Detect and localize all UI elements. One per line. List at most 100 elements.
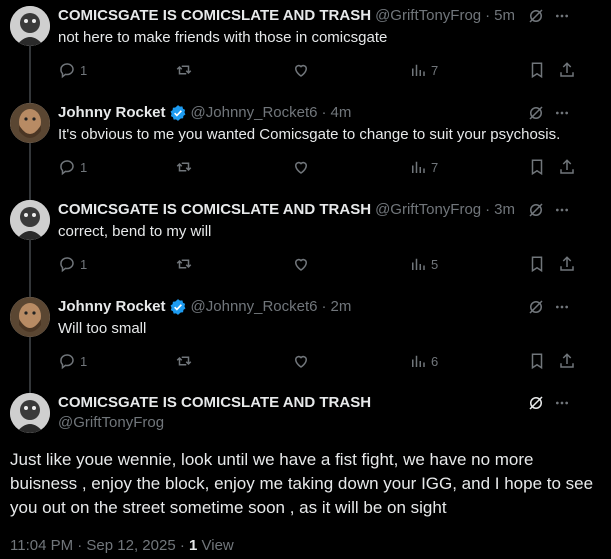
- tweet-text: Will too small: [58, 320, 147, 337]
- frog-avatar[interactable]: [10, 200, 50, 240]
- views-chart-icon: [412, 355, 425, 367]
- repost-icon: [176, 65, 192, 75]
- heart-icon: [294, 161, 308, 174]
- share-icon: [560, 256, 574, 271]
- reply-icon: [60, 160, 74, 176]
- share-icon: [560, 62, 574, 77]
- tweet-text: not here to make friends with those in c…: [58, 29, 388, 46]
- like-button[interactable]: [292, 351, 310, 371]
- bookmark-button[interactable]: [528, 60, 546, 80]
- author-handle[interactable]: @GriftTonyFrog: [58, 413, 164, 433]
- separator-dot: ·: [321, 298, 327, 315]
- author-name[interactable]: COMICSGATE IS COMICSLATE AND TRASH: [58, 200, 371, 220]
- author-handle[interactable]: @Johnny_Rocket6: [191, 297, 318, 317]
- repost-button[interactable]: [175, 254, 193, 274]
- views-count: 7: [431, 159, 439, 175]
- bookmark-icon: [531, 353, 543, 370]
- frog-avatar[interactable]: [10, 393, 50, 433]
- reply-icon: [60, 63, 74, 79]
- author-name[interactable]: Johnny Rocket: [58, 103, 166, 123]
- share-button[interactable]: [558, 351, 576, 371]
- separator-dot: ·: [485, 7, 491, 24]
- grok-icon[interactable]: [527, 394, 545, 412]
- more-options-icon[interactable]: [554, 105, 570, 121]
- grok-icon[interactable]: [527, 104, 545, 122]
- verified-badge-icon[interactable]: [169, 298, 187, 316]
- repost-button[interactable]: [175, 351, 193, 371]
- views-button[interactable]: 6: [409, 351, 438, 371]
- bookmark-button[interactable]: [528, 157, 546, 177]
- reply-icon: [60, 257, 74, 273]
- reply-button[interactable]: 1: [58, 157, 87, 177]
- author-handle[interactable]: @Johnny_Rocket6: [191, 103, 318, 123]
- views-button[interactable]: 7: [409, 60, 438, 80]
- timestamp[interactable]: 3m: [494, 200, 515, 220]
- reply-tweet[interactable]: Johnny Rocket @Johnny_Rocket6 · 4m It's …: [0, 103, 611, 183]
- author-name[interactable]: COMICSGATE IS COMICSLATE AND TRASH: [58, 393, 371, 413]
- views-chart-icon: [412, 258, 425, 270]
- more-options-icon[interactable]: [554, 395, 570, 411]
- grok-icon[interactable]: [527, 7, 545, 25]
- reply-tweet[interactable]: Johnny Rocket @Johnny_Rocket6 · 2m Will …: [0, 297, 611, 377]
- views-chart-icon: [412, 161, 425, 173]
- frog-avatar[interactable]: [10, 6, 50, 46]
- author-handle[interactable]: @GriftTonyFrog: [375, 200, 481, 220]
- share-button[interactable]: [558, 254, 576, 274]
- grok-icon[interactable]: [527, 201, 545, 219]
- action-bar: 1 6: [58, 351, 575, 371]
- views-button[interactable]: 7: [409, 157, 438, 177]
- bearded-man-avatar[interactable]: [10, 297, 50, 337]
- heart-icon: [294, 64, 308, 77]
- bookmark-icon: [531, 256, 543, 273]
- views-button[interactable]: 5: [409, 254, 438, 274]
- like-button[interactable]: [292, 60, 310, 80]
- share-button[interactable]: [558, 60, 576, 80]
- action-bar: 1 7: [58, 157, 575, 177]
- author-handle[interactable]: @GriftTonyFrog: [375, 6, 481, 26]
- post-text: Just like youe wennie, look until we hav…: [10, 450, 594, 517]
- share-button[interactable]: [558, 157, 576, 177]
- repost-button[interactable]: [175, 60, 193, 80]
- views-count: 6: [431, 353, 439, 369]
- bookmark-button[interactable]: [528, 351, 546, 371]
- share-icon: [560, 353, 574, 368]
- post-timestamp[interactable]: 11:04 PM · Sep 12, 2025 ·: [10, 537, 189, 554]
- author-name[interactable]: COMICSGATE IS COMICSLATE AND TRASH: [58, 6, 371, 26]
- reply-count: 1: [80, 62, 88, 78]
- views-count: 5: [431, 256, 439, 272]
- action-bar: 1 7: [58, 60, 575, 80]
- views-count: 7: [431, 62, 439, 78]
- tweet-text: correct, bend to my will: [58, 223, 212, 240]
- separator-dot: ·: [321, 104, 327, 121]
- bearded-man-avatar[interactable]: [10, 103, 50, 143]
- reply-count: 1: [80, 353, 88, 369]
- timestamp[interactable]: 4m: [331, 103, 352, 123]
- post-metadata: 11:04 PM · Sep 12, 2025 · 1 View: [10, 536, 234, 556]
- reply-icon: [60, 354, 74, 370]
- reply-count: 1: [80, 159, 88, 175]
- timestamp[interactable]: 2m: [331, 297, 352, 317]
- share-icon: [560, 159, 574, 174]
- reply-button[interactable]: 1: [58, 351, 87, 371]
- action-bar: 1 5: [58, 254, 575, 274]
- grok-icon[interactable]: [527, 298, 545, 316]
- verified-badge-icon[interactable]: [169, 104, 187, 122]
- reply-tweet[interactable]: COMICSGATE IS COMICSLATE AND TRASH @Grif…: [0, 6, 611, 86]
- reply-tweet[interactable]: COMICSGATE IS COMICSLATE AND TRASH @Grif…: [0, 200, 611, 280]
- heart-icon: [294, 355, 308, 368]
- bookmark-button[interactable]: [528, 254, 546, 274]
- like-button[interactable]: [292, 157, 310, 177]
- repost-button[interactable]: [175, 157, 193, 177]
- repost-icon: [176, 356, 192, 366]
- reply-count: 1: [80, 256, 88, 272]
- author-name[interactable]: Johnny Rocket: [58, 297, 166, 317]
- like-button[interactable]: [292, 254, 310, 274]
- more-options-icon[interactable]: [554, 299, 570, 315]
- timestamp[interactable]: 5m: [494, 6, 515, 26]
- more-options-icon[interactable]: [554, 202, 570, 218]
- reply-button[interactable]: 1: [58, 254, 87, 274]
- reply-button[interactable]: 1: [58, 60, 87, 80]
- bookmark-icon: [531, 159, 543, 176]
- tweet-text: It's obvious to me you wanted Comicsgate…: [58, 126, 561, 143]
- more-options-icon[interactable]: [554, 8, 570, 24]
